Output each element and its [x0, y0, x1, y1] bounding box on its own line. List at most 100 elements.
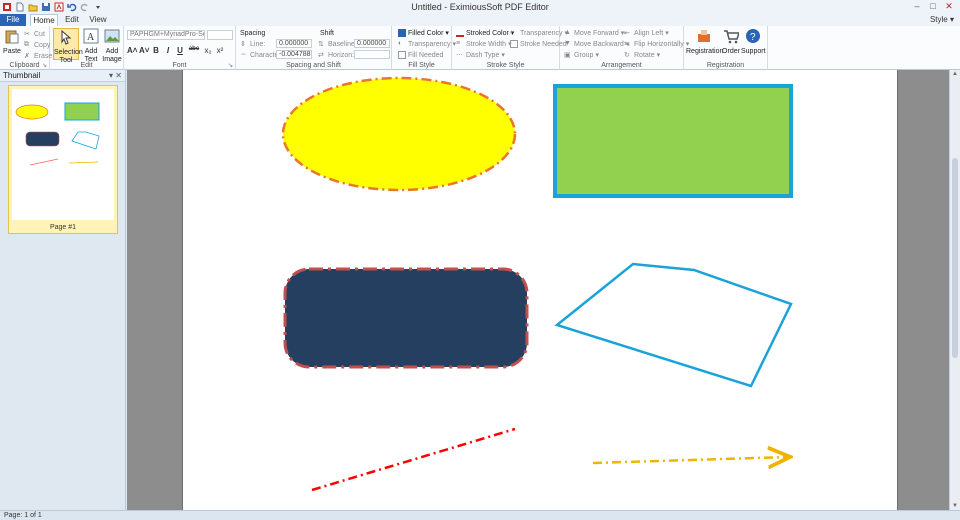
ribbon-tabs: File Home Edit View Style ▾ [0, 14, 960, 26]
dash-type-button[interactable]: ⋯ Dash Type ▾ [456, 50, 505, 60]
registration-group-label: Registration [706, 62, 745, 69]
rotate-icon: ↻ [624, 52, 630, 59]
align-left-button[interactable]: ⇤ Align Left ▾ [624, 28, 669, 38]
font-size-combo[interactable] [207, 30, 233, 40]
horizon-icon: ⇄ [318, 52, 324, 59]
line-spacing-input[interactable]: 0.000000 [276, 39, 312, 48]
move-forward-button[interactable]: ▲ Move Forward ▾ [564, 28, 624, 38]
thumbnail-header-buttons: ▾ ✕ [109, 70, 122, 82]
fill-style-group: Filled Color ▾ ◐ Transparency ▾ Fill Needed… [392, 26, 456, 70]
window-controls: – □ ✕ [910, 1, 956, 12]
new-file-icon[interactable] [15, 2, 25, 12]
erase-button[interactable]: ✗ Erase [24, 51, 52, 61]
strikethrough-button[interactable]: abc [187, 46, 201, 52]
bring-forward-icon: ▲ [564, 29, 571, 36]
pdf-icon[interactable] [54, 2, 64, 12]
font-name-combo[interactable]: PAPHGM+MyriadPro-Semil [127, 30, 205, 40]
page-caption: Page #1 [49, 224, 77, 231]
order-button[interactable]: Order [722, 28, 741, 56]
yellow-ellipse-shape[interactable] [281, 76, 517, 192]
redo-icon[interactable] [80, 2, 90, 12]
italic-button[interactable]: I [163, 46, 173, 55]
support-label: Support [741, 48, 766, 55]
subscript-button[interactable]: x₂ [203, 46, 213, 55]
underline-button[interactable]: U [175, 46, 185, 55]
undo-icon[interactable] [67, 2, 77, 12]
shrink-font-button[interactable]: A˅ [139, 46, 149, 55]
rotate-button[interactable]: ↻ Rotate ▾ [624, 50, 660, 60]
scroll-down-icon[interactable]: ▼ [950, 503, 960, 509]
group-button[interactable]: ▣ Group ▾ [564, 50, 599, 60]
tab-file[interactable]: File [0, 14, 26, 26]
paste-button[interactable]: Paste [2, 28, 22, 56]
red-dashed-line-shape[interactable] [311, 427, 516, 492]
pdf-page[interactable] [182, 70, 898, 510]
flip-icon: ⇆ [624, 41, 630, 48]
blue-polygon-shape[interactable] [554, 262, 793, 388]
character-spacing-input[interactable]: -0.004788 [276, 50, 312, 59]
grow-font-button[interactable]: A˄ [127, 46, 137, 55]
add-image-button[interactable]: Add Image [102, 28, 122, 64]
superscript-button[interactable]: x² [215, 46, 225, 55]
scrollbar-thumb[interactable] [952, 158, 958, 358]
stroke-width-button[interactable]: ≡ Stroke Width ▾ [456, 39, 512, 49]
edit-group: Selection Tool A Add Text Add Image Edit [50, 26, 124, 70]
edit-group-label: Edit [80, 62, 93, 69]
move-backward-button[interactable]: ▼ Move Backward ▾ [564, 39, 629, 49]
tab-edit[interactable]: Edit [60, 14, 84, 26]
dash-type-icon: ⋯ [456, 52, 463, 59]
spacing-title: Spacing [240, 29, 266, 37]
close-button[interactable]: ✕ [942, 1, 956, 12]
flip-horizontally-button[interactable]: ⇆ Flip Horizontally ▾ [624, 39, 689, 49]
save-icon[interactable] [41, 2, 51, 12]
horizon-input[interactable] [354, 50, 390, 59]
maximize-button[interactable]: □ [926, 1, 940, 12]
page-thumbnail[interactable]: Page #1 [8, 85, 118, 234]
scroll-up-icon[interactable]: ▲ [950, 71, 960, 77]
filled-color-button[interactable]: Filled Color ▾ [398, 28, 449, 38]
line-label-text: Line: [250, 40, 266, 48]
stroke-needed-checkbox[interactable]: Stroke Needed [510, 39, 567, 49]
scissors-icon: ✂ [24, 31, 30, 38]
clipboard-expand-icon[interactable]: ↘ [42, 62, 47, 69]
fill-style-group-label: Fill Style [408, 62, 435, 69]
tab-home[interactable]: Home [30, 14, 58, 26]
rotate-label: Rotate [634, 51, 655, 59]
page-drawing [281, 76, 899, 492]
open-folder-icon[interactable] [28, 2, 38, 12]
bold-button[interactable]: B [151, 46, 161, 55]
app-icon [3, 3, 11, 11]
fill-transparency-button[interactable]: ◐ Transparency ▾ [398, 39, 456, 49]
registration-button[interactable]: Registration [686, 28, 724, 56]
registration-label: Registration [686, 48, 724, 55]
yellow-arrow-shape[interactable] [592, 457, 788, 463]
selection-tool-button[interactable]: Selection Tool [53, 28, 83, 64]
thumbnail-preview [12, 89, 114, 220]
svg-text:A: A [87, 32, 95, 43]
copy-button[interactable]: ⧉ Copy [24, 40, 50, 50]
support-button[interactable]: ? Support [741, 28, 766, 56]
customize-dropdown-icon[interactable] [93, 2, 103, 12]
green-rectangle-shape[interactable] [553, 84, 793, 198]
thumbnail-title: Thumbnail [3, 71, 41, 80]
vertical-scrollbar[interactable]: ▲ ▼ [949, 70, 960, 510]
navy-rounded-rectangle-shape[interactable] [283, 267, 529, 369]
style-menu[interactable]: Style ▾ [930, 14, 954, 26]
baseline-input[interactable]: 0.000000 [354, 39, 390, 48]
pin-dropdown-icon[interactable]: ▾ [109, 71, 113, 80]
flip-horizontally-label: Flip Horizontally [634, 40, 684, 48]
cut-button[interactable]: ✂ Cut [24, 29, 45, 39]
close-panel-icon[interactable]: ✕ [115, 71, 122, 80]
fill-needed-checkbox[interactable]: Fill Needed [398, 50, 443, 60]
stroked-color-button[interactable]: Stroked Color ▾ [456, 28, 514, 38]
arrangement-group: ▲ Move Forward ▾ ▼ Move Backward ▾ ▣ Group ▾ ⇤… [560, 26, 689, 70]
tab-view[interactable]: View [86, 14, 110, 26]
horizon-label-text: Horizon: [328, 51, 355, 59]
svg-text:?: ? [750, 32, 756, 43]
thumbnail-panel: Thumbnail ▾ ✕ Page #1 [0, 70, 126, 510]
document-canvas[interactable] [127, 70, 949, 510]
copy-icon: ⧉ [24, 41, 29, 48]
font-expand-icon[interactable]: ↘ [228, 62, 233, 69]
add-text-button[interactable]: A Add Text [81, 28, 101, 64]
minimize-button[interactable]: – [910, 1, 924, 12]
